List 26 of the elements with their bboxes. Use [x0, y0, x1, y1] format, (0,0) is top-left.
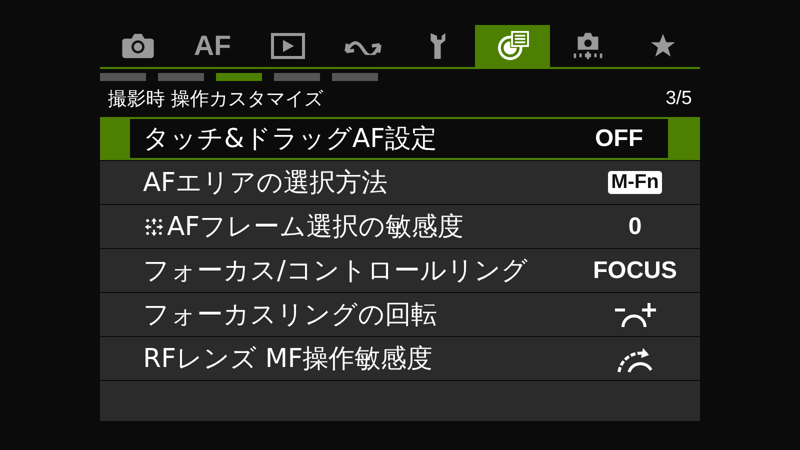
- rotation-direction-icon: [613, 300, 657, 328]
- menu-item[interactable]: タッチ&ドラッグAF設定 OFF: [130, 119, 668, 158]
- menu-item-label: タッチ&ドラッグAF設定: [143, 123, 438, 156]
- menu-item[interactable]: AFエリアの選択方法 M-Fn: [100, 161, 700, 204]
- playback-icon: [270, 33, 304, 59]
- setting-badge: M-Fn: [608, 171, 662, 194]
- setting-value: 0: [628, 212, 642, 240]
- menu-title: 撮影時 操作カスタマイズ: [108, 87, 324, 112]
- menu-item-label: フォーカス/コントロールリング: [143, 255, 528, 288]
- menu-item-label: RFレンズ MF操作敏感度: [143, 343, 433, 376]
- menu-tab[interactable]: [475, 25, 550, 67]
- star-icon: [650, 33, 676, 59]
- menu-item-label: フォーカスリングの回転: [143, 299, 437, 332]
- setting-value: FOCUS: [593, 256, 677, 284]
- menu-item-label: AFエリアの選択方法: [143, 167, 388, 200]
- setting-value: OFF: [595, 124, 643, 152]
- menu-item[interactable]: フォーカスリングの回転: [100, 293, 700, 336]
- camera-icon: [572, 32, 604, 60]
- menu-item[interactable]: AFフレーム選択の敏感度 0: [100, 205, 700, 248]
- camera-icon: [120, 33, 154, 59]
- custom-settings-icon: [496, 31, 528, 61]
- menu-tab[interactable]: AF: [175, 25, 250, 67]
- menu-item[interactable]: RFレンズ MF操作敏感度: [100, 337, 700, 380]
- menu-item[interactable]: フォーカス/コントロールリング FOCUS: [100, 249, 700, 292]
- page-number: 3/5: [666, 88, 692, 110]
- menu-item-label: AFフレーム選択の敏感度: [167, 211, 464, 244]
